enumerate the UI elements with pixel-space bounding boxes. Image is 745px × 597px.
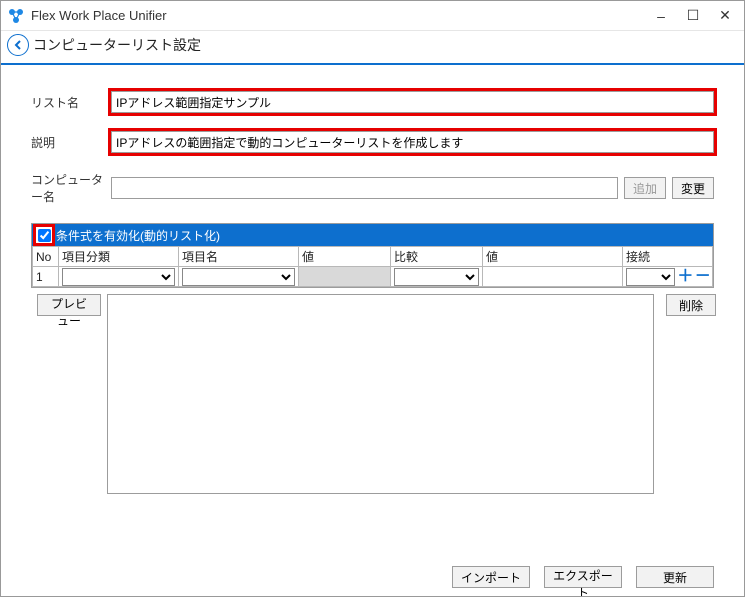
list-name-input[interactable]: [111, 91, 714, 113]
enable-condition-checkbox[interactable]: [38, 229, 51, 242]
list-name-label: リスト名: [31, 94, 111, 111]
subheader: コンピューターリスト設定: [1, 31, 744, 59]
app-window: Flex Work Place Unifier – ☐ ✕ コンピューターリスト…: [0, 0, 745, 597]
condition-row: 1 ＋: [33, 267, 713, 287]
condition-block: 条件式を有効化(動的リスト化) No 項目分類 項目名 値 比較 値 接続: [31, 223, 714, 288]
cell-category: [59, 267, 179, 287]
condition-table: No 項目分類 項目名 値 比較 値 接続 1: [32, 246, 713, 287]
close-icon[interactable]: ✕: [718, 9, 732, 23]
description-label: 説明: [31, 134, 111, 151]
arrow-left-icon: [12, 39, 24, 51]
window-controls: – ☐ ✕: [654, 9, 738, 23]
add-button[interactable]: 追加: [624, 177, 666, 199]
export-button[interactable]: エクスポート: [544, 566, 622, 588]
cell-no: 1: [33, 267, 59, 287]
computer-name-input[interactable]: [111, 177, 618, 199]
titlebar: Flex Work Place Unifier – ☐ ✕: [1, 1, 744, 31]
col-category: 項目分類: [59, 247, 179, 267]
cell-connect: ＋ －: [623, 267, 713, 287]
back-button[interactable]: [7, 34, 29, 56]
col-connect: 接続: [623, 247, 713, 267]
cell-value1: [299, 267, 391, 287]
preview-left-buttons: プレビュー: [31, 294, 101, 494]
condition-header-label: 条件式を有効化(動的リスト化): [56, 227, 220, 244]
computer-name-row: コンピューター名 追加 変更: [31, 171, 714, 205]
footer-buttons: インポート エクスポート 更新: [446, 566, 714, 588]
list-name-row: リスト名: [31, 91, 714, 113]
cell-item-name: [179, 267, 299, 287]
item-name-select[interactable]: [182, 268, 295, 286]
cell-compare: [391, 267, 483, 287]
change-button[interactable]: 変更: [672, 177, 714, 199]
delete-button[interactable]: 削除: [666, 294, 716, 316]
computer-name-label: コンピューター名: [31, 171, 111, 205]
col-value1: 値: [299, 247, 391, 267]
remove-row-icon[interactable]: －: [696, 270, 710, 284]
col-item-name: 項目名: [179, 247, 299, 267]
connect-select[interactable]: [626, 268, 675, 286]
add-row-icon[interactable]: ＋: [678, 270, 692, 284]
condition-header-row: No 項目分類 項目名 値 比較 値 接続: [33, 247, 713, 267]
compare-select[interactable]: [394, 268, 479, 286]
app-icon: [7, 7, 25, 25]
category-select[interactable]: [62, 268, 175, 286]
condition-header: 条件式を有効化(動的リスト化): [32, 224, 713, 246]
window-title: Flex Work Place Unifier: [31, 8, 167, 23]
content-area: リスト名 説明 コンピューター名 追加 変更 条件式を有効化(動的リスト化): [1, 65, 744, 596]
page-title: コンピューターリスト設定: [33, 35, 201, 55]
col-value2: 値: [483, 247, 623, 267]
update-button[interactable]: 更新: [636, 566, 714, 588]
import-button[interactable]: インポート: [452, 566, 530, 588]
preview-right-buttons: 削除: [660, 294, 714, 494]
preview-area: プレビュー 削除: [31, 294, 714, 494]
col-compare: 比較: [391, 247, 483, 267]
cell-value2: [483, 267, 623, 287]
condition-checkbox-wrap: [36, 227, 52, 243]
description-row: 説明: [31, 131, 714, 153]
preview-list[interactable]: [107, 294, 654, 494]
preview-button[interactable]: プレビュー: [37, 294, 101, 316]
description-input[interactable]: [111, 131, 714, 153]
maximize-icon[interactable]: ☐: [686, 9, 700, 23]
minimize-icon[interactable]: –: [654, 9, 668, 23]
col-no: No: [33, 247, 59, 267]
